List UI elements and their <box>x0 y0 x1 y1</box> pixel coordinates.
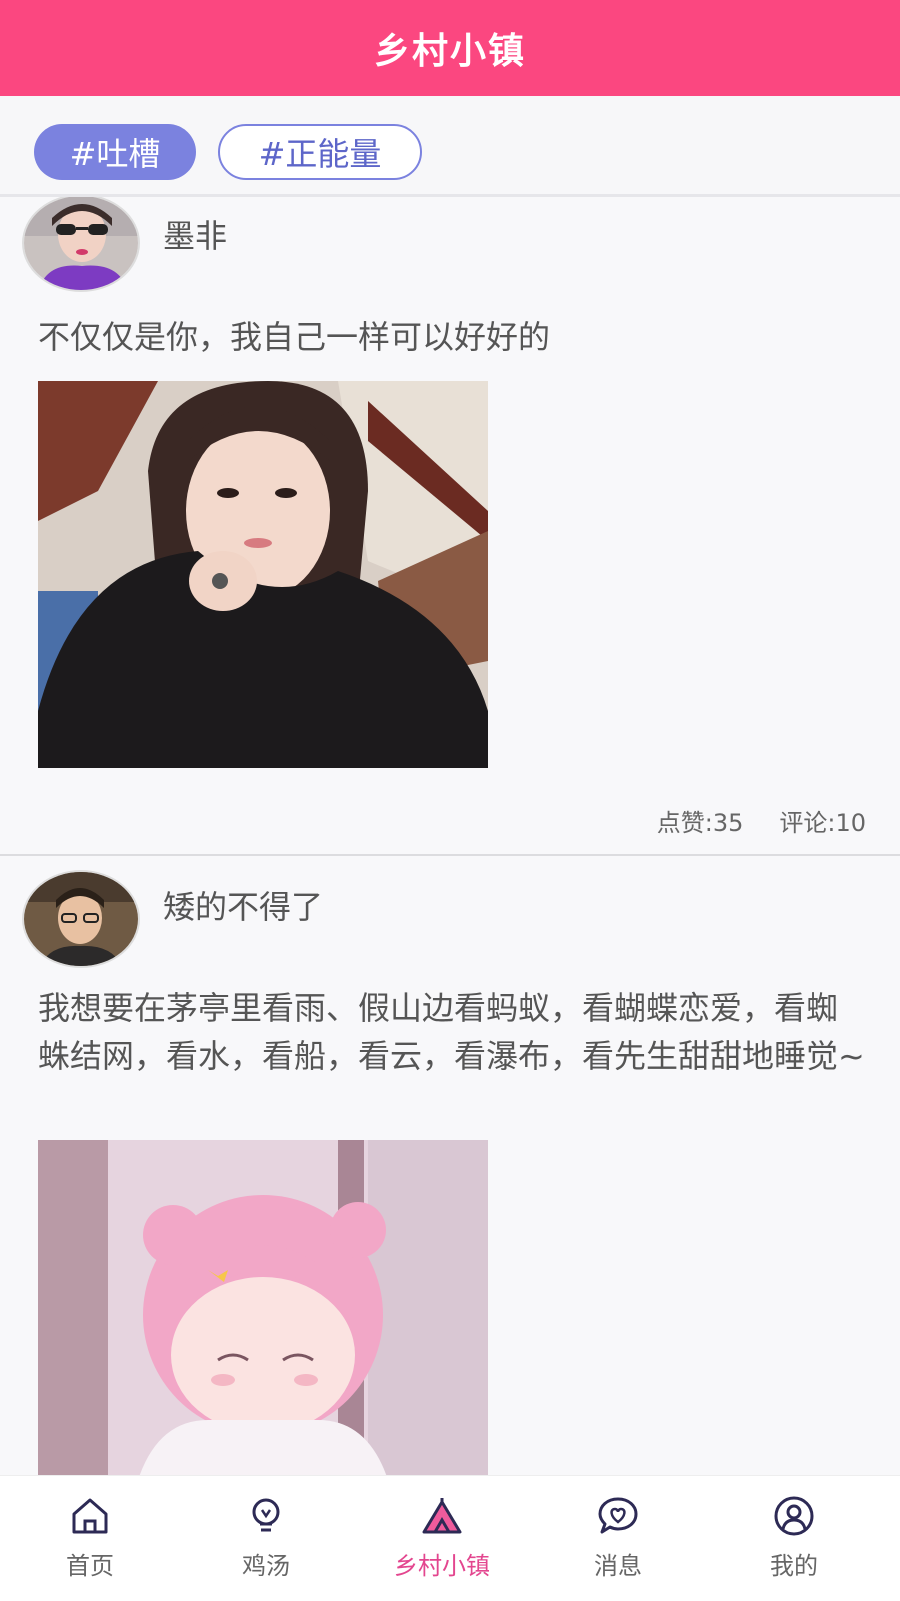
tab-label: 乡村小镇 <box>394 1552 490 1580</box>
bottom-tab-bar: 首页 鸡汤 乡村小镇 消息 我的 <box>0 1475 900 1601</box>
tab-label: 消息 <box>594 1552 642 1580</box>
avatar[interactable] <box>22 197 140 292</box>
post-feed[interactable]: 墨非 不仅仅是你，我自己一样可以好好的 点赞:35 评论:10 矮的不得了 我想… <box>0 197 900 1475</box>
tab-label: 鸡汤 <box>242 1552 290 1580</box>
tab-messages[interactable]: 消息 <box>528 1476 708 1601</box>
tab-me[interactable]: 我的 <box>704 1476 884 1601</box>
post-photo[interactable] <box>38 1140 488 1475</box>
post-content: 我想要在茅亭里看雨、假山边看蚂蚁，看蝴蝶恋爱，看蜘蛛结网，看水，看船，看云，看瀑… <box>38 989 865 1075</box>
tent-icon <box>422 1498 462 1534</box>
avatar[interactable] <box>22 870 140 968</box>
tab-chicken-soup[interactable]: 鸡汤 <box>176 1476 356 1601</box>
likes-count[interactable]: 点赞:35 <box>657 809 744 837</box>
post-stats: 点赞:35 评论:10 <box>621 803 866 838</box>
comments-count[interactable]: 评论:10 <box>779 809 866 837</box>
tab-label: 我的 <box>770 1552 818 1580</box>
tab-label: 首页 <box>66 1552 114 1580</box>
home-icon <box>72 1498 108 1534</box>
tag-complain[interactable]: #吐槽 <box>34 124 196 180</box>
post-username[interactable]: 墨非 <box>163 211 227 257</box>
user-icon <box>774 1496 814 1536</box>
post-card[interactable]: 矮的不得了 我想要在茅亭里看雨、假山边看蚂蚁，看蝴蝶恋爱，看蜘蛛结网，看水，看船… <box>0 856 900 1475</box>
page-title: 乡村小镇 <box>373 31 526 72</box>
tag-filter-bar: #吐槽 #正能量 <box>0 96 900 197</box>
app-header: 乡村小镇 <box>0 0 900 96</box>
lightbulb-icon <box>252 1498 280 1532</box>
post-content: 不仅仅是你，我自己一样可以好好的 <box>38 318 551 356</box>
tab-village-town[interactable]: 乡村小镇 <box>352 1476 532 1601</box>
tag-positive-energy[interactable]: #正能量 <box>218 124 422 180</box>
post-card[interactable]: 墨非 不仅仅是你，我自己一样可以好好的 点赞:35 评论:10 <box>0 197 900 856</box>
post-photo[interactable] <box>38 381 488 768</box>
tab-home[interactable]: 首页 <box>0 1476 180 1601</box>
heart-chat-icon <box>598 1497 638 1534</box>
post-username[interactable]: 矮的不得了 <box>163 882 323 928</box>
